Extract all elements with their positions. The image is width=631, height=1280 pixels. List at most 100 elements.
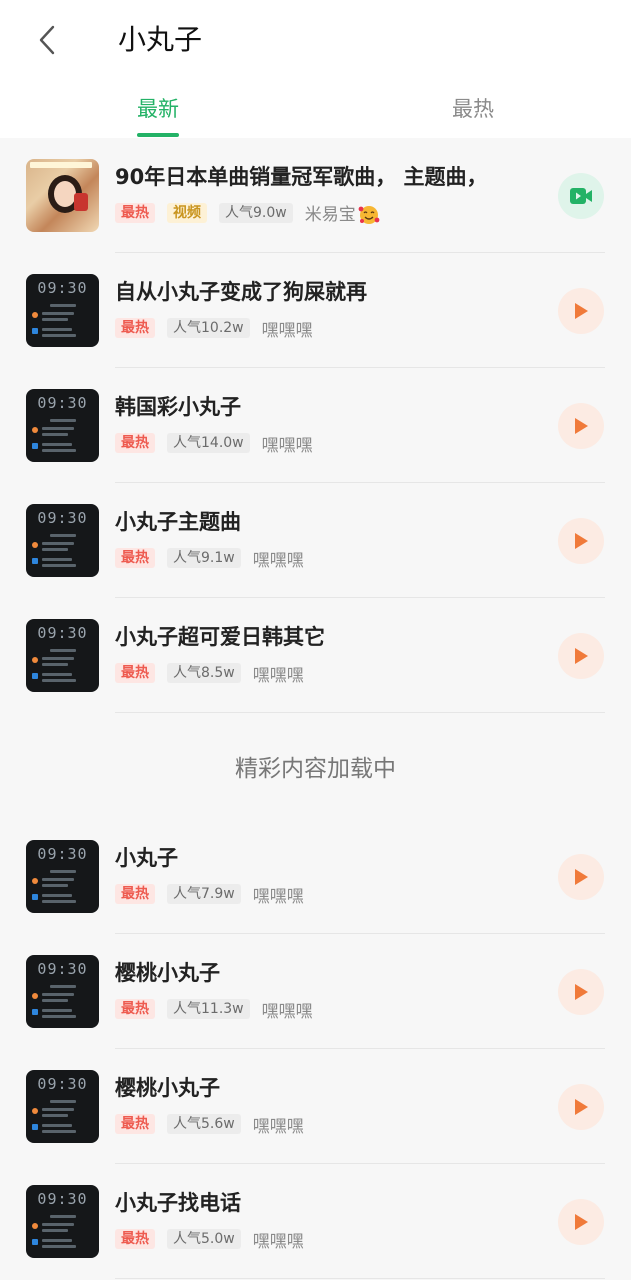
- author-name: 嘿嘿嘿: [252, 1116, 304, 1137]
- thumbnail-line: [42, 663, 68, 666]
- author-name-wrap: 嘿嘿嘿: [262, 997, 313, 1022]
- thumbnail-line: [42, 312, 74, 315]
- thumbnail-line: [50, 1215, 76, 1218]
- play-button[interactable]: [558, 1084, 604, 1130]
- thumbnail-image: 09:30: [26, 504, 99, 577]
- thumbnail-line: [42, 1108, 74, 1111]
- popularity-badge: 人气11.3w: [167, 999, 250, 1019]
- thumbnail-image: 09:30: [26, 1185, 99, 1258]
- play-button[interactable]: [558, 854, 604, 900]
- popularity-badge: 人气5.0w: [167, 1229, 241, 1249]
- tab-newest[interactable]: 最新: [137, 94, 179, 124]
- thumbnail-clock-text: 09:30: [37, 394, 88, 412]
- play-button[interactable]: [558, 633, 604, 679]
- thumbnail-line: [42, 334, 76, 337]
- list-item[interactable]: 09:30 樱桃小丸子 最热 人气11.3w 嘿嘿嘿: [0, 934, 631, 1049]
- list-item[interactable]: 09:30 樱桃小丸子 最热 人气5.6w 嘿嘿嘿: [0, 1049, 631, 1164]
- video-badge: 视频: [167, 203, 207, 223]
- thumbnail-line: [42, 318, 68, 321]
- page-title: 小丸子: [118, 23, 203, 56]
- thumbnail-detail: [74, 193, 88, 211]
- popularity-badge: 人气9.1w: [167, 548, 241, 568]
- thumbnail-app-dot: [32, 894, 38, 900]
- author-name: 嘿嘿嘿: [252, 1231, 304, 1252]
- author-name: 米易宝: [304, 205, 356, 225]
- smiling-face-with-hearts-icon: [358, 206, 380, 224]
- thumbnail-app-dot: [32, 1223, 38, 1229]
- thumbnail-line: [42, 1223, 74, 1226]
- list-item[interactable]: 09:30 小丸子 最热 人气7.9w 嘿嘿嘿: [0, 819, 631, 934]
- list-item[interactable]: 09:30 小丸子主题曲 最热 人气9.1w 嘿嘿嘿: [0, 483, 631, 598]
- thumbnail-line: [42, 1009, 72, 1012]
- author-name-wrap: 嘿嘿嘿: [262, 431, 313, 456]
- list-item[interactable]: 09:30 韩国彩小丸子最热 人气14.0w 嘿嘿嘿: [0, 368, 631, 483]
- play-button[interactable]: [558, 403, 604, 449]
- tab-hottest[interactable]: 最热: [452, 94, 494, 124]
- author-name: 嘿嘿嘿: [252, 550, 304, 571]
- thumbnail-clock-text: 09:30: [37, 1190, 88, 1208]
- hot-badge: 最热: [115, 318, 155, 338]
- hot-badge: 最热: [115, 1229, 155, 1249]
- thumbnail-line: [42, 449, 76, 452]
- item-meta: 最热 人气9.1w 嘿嘿嘿: [115, 546, 304, 571]
- thumbnail-line: [50, 304, 76, 307]
- thumbnail-image: 09:30: [26, 274, 99, 347]
- thumbnail-line: [42, 427, 74, 430]
- thumbnail-line: [42, 433, 68, 436]
- author-name-wrap: 嘿嘿嘿: [253, 546, 304, 571]
- thumbnail-line: [42, 558, 72, 561]
- hot-badge: 最热: [115, 433, 155, 453]
- author-name-wrap: 嘿嘿嘿: [253, 882, 304, 907]
- thumbnail-line: [42, 1130, 76, 1133]
- video-button[interactable]: [558, 173, 604, 219]
- play-button[interactable]: [558, 969, 604, 1015]
- hot-badge: 最热: [115, 203, 155, 223]
- play-button[interactable]: [558, 1199, 604, 1245]
- thumbnail-app-dot: [32, 878, 38, 884]
- top-bar: 小丸子 最新 最热: [0, 0, 631, 138]
- play-button[interactable]: [558, 518, 604, 564]
- list-item[interactable]: 09:30 小丸子找电话 最热 人气5.0w 嘿嘿嘿: [0, 1164, 631, 1279]
- hot-badge: 最热: [115, 1114, 155, 1134]
- play-icon: [575, 533, 588, 549]
- thumbnail-app-dot: [32, 993, 38, 999]
- list-item[interactable]: 90年日本单曲销量冠军歌曲， 主题曲， 最热 视频 人气9.0w 米易宝: [0, 138, 631, 253]
- author-name: 嘿嘿嘿: [261, 1001, 313, 1022]
- thumbnail-line: [42, 884, 68, 887]
- thumbnail-app-dot: [32, 1124, 38, 1130]
- play-icon: [575, 418, 588, 434]
- video-camera-icon: [570, 188, 592, 204]
- thumbnail-line: [42, 1124, 72, 1127]
- item-title: 韩国彩小丸子: [115, 395, 241, 419]
- thumbnail-app-dot: [32, 657, 38, 663]
- item-meta: 最热 人气10.2w 嘿嘿嘿: [115, 317, 313, 341]
- item-title: 小丸子: [115, 846, 178, 870]
- thumbnail-clock-text: 09:30: [37, 845, 88, 863]
- list-item[interactable]: 09:30 自从小丸子变成了狗屎就再 最热 人气10.2w 嘿嘿嘿: [0, 253, 631, 368]
- hot-badge: 最热: [115, 663, 155, 683]
- thumbnail-clock-text: 09:30: [37, 1075, 88, 1093]
- thumbnail-line: [42, 548, 68, 551]
- list-item[interactable]: 09:30 小丸子超可爱日韩其它 最热 人气8.5w 嘿嘿嘿: [0, 598, 631, 713]
- item-title: 90年日本单曲销量冠军歌曲， 主题曲，: [115, 165, 488, 189]
- thumbnail-line: [50, 419, 76, 422]
- thumbnail-app-dot: [32, 558, 38, 564]
- thumbnail-line: [50, 534, 76, 537]
- play-icon: [575, 1214, 588, 1230]
- play-icon: [575, 303, 588, 319]
- item-meta: 最热 人气14.0w 嘿嘿嘿: [115, 431, 313, 456]
- thumbnail-line: [50, 870, 76, 873]
- item-meta: 最热 视频 人气9.0w 米易宝: [115, 200, 380, 226]
- item-title: 自从小丸子变成了狗屎就再: [115, 280, 367, 304]
- popularity-badge: 人气9.0w: [219, 203, 293, 223]
- item-title: 樱桃小丸子: [115, 1076, 220, 1100]
- row-divider: [115, 1278, 605, 1279]
- back-arrow-icon: [39, 25, 55, 55]
- item-title: 樱桃小丸子: [115, 961, 220, 985]
- play-icon: [575, 984, 588, 1000]
- thumbnail-line: [42, 328, 72, 331]
- back-button[interactable]: [30, 22, 64, 58]
- play-button[interactable]: [558, 288, 604, 334]
- author-name-wrap: 米易宝: [305, 200, 380, 226]
- thumbnail-line: [42, 999, 68, 1002]
